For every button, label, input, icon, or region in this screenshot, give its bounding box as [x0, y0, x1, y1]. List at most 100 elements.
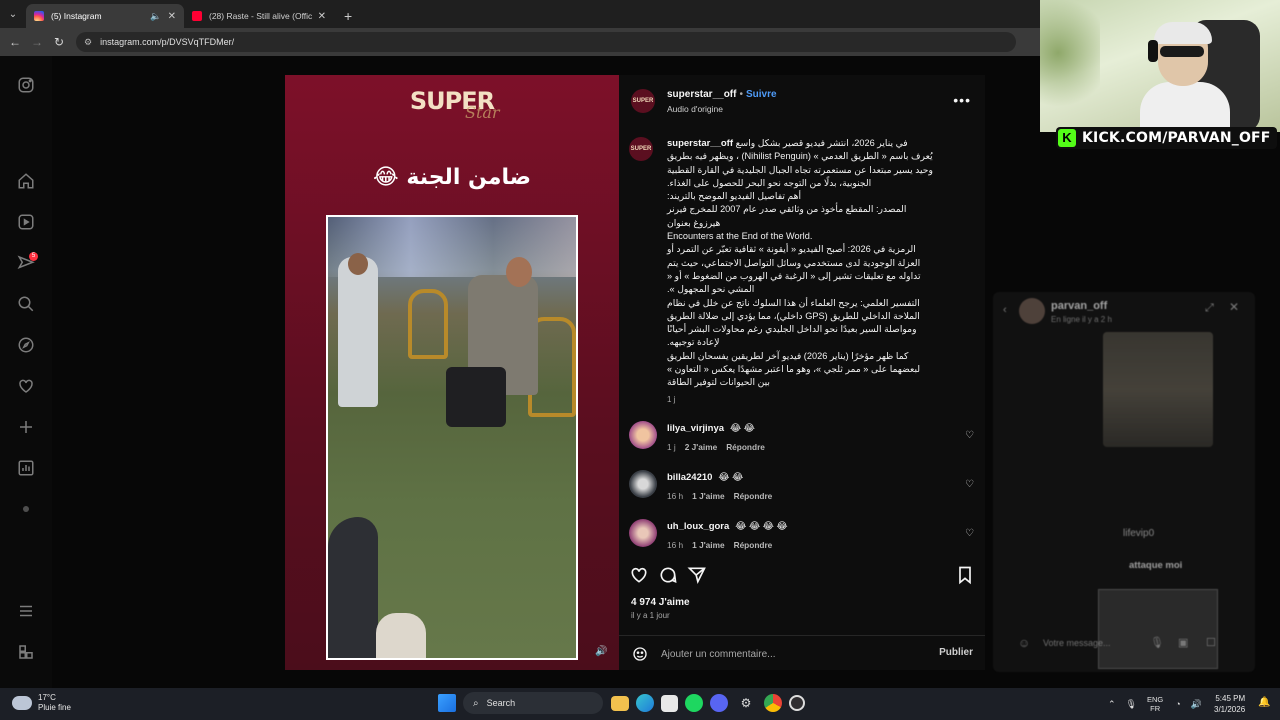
- reply-button[interactable]: Répondre: [734, 491, 773, 501]
- explore-icon[interactable]: [17, 336, 35, 354]
- tab-search-icon[interactable]: ⌄: [0, 0, 26, 28]
- dm-close-icon[interactable]: ✕: [1229, 300, 1239, 314]
- profile-icon[interactable]: [17, 500, 35, 518]
- like-comment-icon[interactable]: ♡: [965, 528, 974, 539]
- original-audio-link[interactable]: Audio d'origine: [667, 104, 723, 114]
- author-username[interactable]: superstar__off: [667, 89, 736, 100]
- share-send-icon[interactable]: [687, 565, 707, 585]
- author-avatar[interactable]: SUPER: [631, 89, 655, 113]
- store-icon[interactable]: [661, 694, 678, 712]
- commenter-username[interactable]: billa24210: [667, 472, 712, 483]
- webcam-sunglasses: [1160, 46, 1204, 57]
- wifi-icon[interactable]: ◔: [1175, 699, 1180, 709]
- caption-author[interactable]: superstar__off: [667, 138, 733, 149]
- publish-button[interactable]: Publier: [939, 647, 973, 658]
- dm-emoji-icon[interactable]: ☺: [1018, 636, 1030, 650]
- dm-contact-name[interactable]: parvan_off: [1051, 300, 1107, 312]
- reels-icon[interactable]: [17, 213, 35, 231]
- instagram-favicon-icon: [34, 11, 44, 21]
- save-bookmark-icon[interactable]: [955, 565, 975, 585]
- forward-icon[interactable]: →: [26, 35, 48, 49]
- dm-sticker-icon[interactable]: ☐: [1206, 636, 1216, 649]
- caption-line: يُعرف باسم « الطريق العدمي » (Nihilist P…: [667, 151, 933, 162]
- reply-button[interactable]: Répondre: [734, 540, 773, 550]
- instagram-page: 5 SUPER Star ضامن الجنة 😂 🔊 SUPER supers…: [0, 56, 1280, 688]
- commenter-avatar[interactable]: [629, 421, 657, 449]
- dm-expand-icon[interactable]: ⤢: [1205, 302, 1214, 315]
- like-comment-icon[interactable]: ♡: [965, 430, 974, 441]
- weather-widget[interactable]: 17°C Pluie fine: [12, 693, 71, 713]
- search-icon[interactable]: [17, 295, 35, 313]
- language-indicator[interactable]: ENG FR: [1147, 695, 1163, 713]
- dm-shared-reel[interactable]: [1103, 332, 1213, 447]
- comment-bubble-icon[interactable]: [658, 565, 678, 585]
- video-foreground-shoe: [376, 613, 426, 658]
- webcam-streamer-cap: [1154, 22, 1212, 44]
- new-tab-button[interactable]: +: [344, 4, 352, 28]
- more-options-icon[interactable]: •••: [953, 92, 971, 108]
- close-tab-icon[interactable]: ✕: [318, 11, 326, 22]
- also-from-meta-icon[interactable]: [17, 643, 35, 661]
- commenter-avatar[interactable]: [629, 519, 657, 547]
- instagram-logo-icon[interactable]: [17, 76, 35, 94]
- tab-youtube[interactable]: (28) Raste - Still alive (Official ly ✕: [184, 4, 334, 28]
- follow-button[interactable]: Suivre: [746, 89, 777, 100]
- spotify-icon[interactable]: [685, 694, 703, 712]
- comment-likes[interactable]: 2 J'aime: [685, 442, 717, 452]
- clock[interactable]: 5:45 PM 3/1/2026: [1214, 693, 1245, 715]
- sound-toggle-icon[interactable]: 🔊: [595, 646, 609, 660]
- notification-bell-icon[interactable]: 🔔: [1258, 697, 1270, 708]
- home-icon[interactable]: [17, 172, 35, 190]
- tab-strip: ⌄ (5) Instagram 🔈 ✕ (28) Raste - Still a…: [0, 0, 1040, 28]
- create-icon[interactable]: [17, 418, 35, 436]
- dm-back-icon[interactable]: ‹: [1003, 304, 1007, 316]
- post-actions: [629, 565, 975, 585]
- like-count[interactable]: 4 974 J'aime: [631, 597, 690, 608]
- post-media: SUPER Star ضامن الجنة 😂 🔊: [285, 75, 619, 670]
- taskbar-search[interactable]: ⌕ Search: [463, 692, 603, 714]
- tab-instagram[interactable]: (5) Instagram 🔈 ✕: [26, 4, 184, 28]
- microphone-icon[interactable]: 🎙: [1126, 699, 1137, 710]
- webcam-background: [1040, 0, 1100, 132]
- caption-line: هيرزوغ بعنوان: [667, 217, 721, 228]
- video-legs: [446, 367, 506, 427]
- like-comment-icon[interactable]: ♡: [965, 479, 974, 490]
- discord-icon[interactable]: [710, 694, 728, 712]
- dm-voice-icon[interactable]: 🎙: [1150, 636, 1164, 649]
- comment-input[interactable]: [661, 646, 921, 662]
- tab-title: (5) Instagram: [51, 11, 102, 21]
- commenter-avatar[interactable]: [629, 470, 657, 498]
- reel-video[interactable]: [326, 215, 578, 660]
- dashboard-icon[interactable]: [17, 459, 35, 477]
- video-overlay-caption: ضامن الجنة 😂: [373, 165, 531, 190]
- back-icon[interactable]: ←: [4, 35, 26, 49]
- dm-avatar[interactable]: [1019, 298, 1045, 324]
- reload-icon[interactable]: ↻: [48, 35, 70, 49]
- close-tab-icon[interactable]: ✕: [168, 11, 176, 22]
- comment-likes[interactable]: 1 J'aime: [692, 491, 724, 501]
- comment-likes[interactable]: 1 J'aime: [692, 540, 724, 550]
- more-menu-icon[interactable]: [17, 602, 35, 620]
- reply-button[interactable]: Répondre: [726, 442, 765, 452]
- commenter-username[interactable]: uh_loux_gora: [667, 521, 729, 532]
- file-explorer-icon[interactable]: [611, 695, 629, 711]
- notifications-heart-icon[interactable]: [17, 377, 35, 395]
- volume-icon[interactable]: 🔊: [1191, 699, 1202, 710]
- edge-icon[interactable]: [636, 694, 654, 712]
- emoji-picker-icon[interactable]: [632, 646, 648, 662]
- like-heart-icon[interactable]: [629, 565, 649, 585]
- dm-message-input[interactable]: Votre message...: [1043, 638, 1111, 648]
- site-info-icon[interactable]: ⚙: [84, 37, 92, 48]
- windows-start-icon[interactable]: [438, 694, 456, 712]
- caption-author-avatar[interactable]: SUPER: [629, 137, 653, 161]
- commenter-username[interactable]: lilya_virjinya: [667, 423, 724, 434]
- tray-overflow-icon[interactable]: ⌃: [1108, 699, 1116, 710]
- dm-image-icon[interactable]: ▣: [1178, 636, 1188, 649]
- chrome-icon[interactable]: [764, 694, 782, 712]
- taskbar-search-label: Search: [486, 698, 516, 708]
- settings-gear-icon[interactable]: ⚙: [735, 692, 757, 714]
- url-field[interactable]: ⚙ instagram.com/p/DVSVqTFDMer/: [76, 32, 1016, 52]
- rain-cloud-icon: [12, 696, 32, 710]
- obs-icon[interactable]: [789, 695, 805, 711]
- mute-tab-icon[interactable]: 🔈: [150, 11, 161, 22]
